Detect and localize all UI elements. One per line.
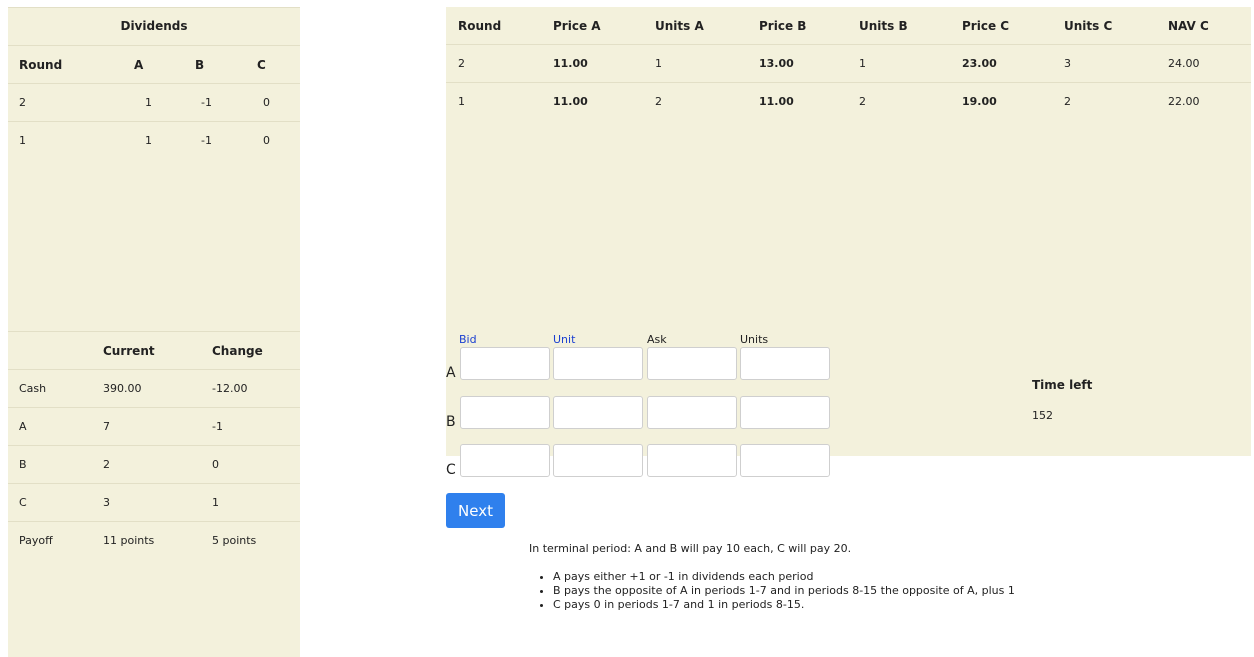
history-row: 2 11.00 1 13.00 1 23.00 3 24.00 — [446, 45, 1251, 83]
history-cell: 23.00 — [962, 57, 997, 70]
holdings-label: B — [19, 458, 27, 471]
holdings-change: 0 — [212, 458, 219, 471]
history-col-round: Round — [458, 18, 502, 33]
holdings-row-c: C 3 1 — [8, 484, 300, 522]
history-col-price-b: Price B — [759, 18, 807, 33]
dividends-cell: -1 — [201, 96, 212, 109]
history-cell: 2 — [458, 57, 465, 70]
bid-input-c[interactable] — [460, 444, 550, 477]
holdings-current: 3 — [103, 496, 110, 509]
holdings-label: A — [19, 420, 27, 433]
holdings-change: -1 — [212, 420, 223, 433]
dividends-col-c: C — [257, 57, 266, 72]
dividends-col-a: A — [134, 57, 144, 72]
bid-units-input-c[interactable] — [553, 444, 643, 477]
asset-c-label: C — [446, 462, 456, 478]
holdings-change: 5 points — [212, 534, 257, 547]
unit-column-label: Unit — [553, 333, 576, 346]
dividends-panel: Dividends Round A B C 2 1 -1 0 1 1 -1 0 — [8, 7, 300, 331]
dividends-cell: 0 — [263, 96, 270, 109]
history-cell: 2 — [1064, 95, 1071, 108]
history-cell: 11.00 — [553, 95, 588, 108]
dividends-cell: 1 — [145, 134, 152, 147]
rules-text: In terminal period: A and B will pay 10 … — [529, 542, 1029, 612]
holdings-row-cash: Cash 390.00 -12.00 — [8, 370, 300, 408]
history-cell: 3 — [1064, 57, 1071, 70]
holdings-row-payoff: Payoff 11 points 5 points — [8, 522, 300, 559]
dividends-row: 1 1 -1 0 — [8, 122, 300, 159]
holdings-current: 390.00 — [103, 382, 142, 395]
dividends-cell: 1 — [19, 134, 26, 147]
history-col-units-c: Units C — [1064, 18, 1113, 33]
bid-units-input-b[interactable] — [553, 396, 643, 429]
dividends-cell: 0 — [263, 134, 270, 147]
bid-input-a[interactable] — [460, 347, 550, 380]
price-history-table: Round Price A Units A Price B Units B Pr… — [446, 7, 1251, 120]
asset-a-label: A — [446, 365, 456, 381]
bid-input-b[interactable] — [460, 396, 550, 429]
history-cell: 11.00 — [553, 57, 588, 70]
history-cell: 13.00 — [759, 57, 794, 70]
holdings-label: C — [19, 496, 27, 509]
ask-units-input-c[interactable] — [740, 444, 830, 477]
price-history-panel: Round Price A Units A Price B Units B Pr… — [446, 7, 1251, 456]
holdings-label: Cash — [19, 382, 47, 395]
history-col-price-a: Price A — [553, 18, 601, 33]
ask-input-a[interactable] — [647, 347, 737, 380]
history-cell: 19.00 — [962, 95, 997, 108]
dividends-col-b: B — [195, 57, 205, 72]
rules-intro: In terminal period: A and B will pay 10 … — [529, 542, 852, 555]
history-header-row: Round Price A Units A Price B Units B Pr… — [446, 7, 1251, 45]
rules-item: A pays either +1 or -1 in dividends each… — [553, 570, 1029, 584]
bid-column-label: Bid — [459, 333, 477, 346]
rules-list: A pays either +1 or -1 in dividends each… — [529, 570, 1029, 612]
holdings-current: 2 — [103, 458, 110, 471]
holdings-current: 11 points — [103, 534, 155, 547]
rules-item: B pays the opposite of A in periods 1-7 … — [553, 584, 1029, 598]
holdings-panel: Current Change Cash 390.00 -12.00 A 7 -1… — [8, 331, 300, 657]
holdings-row-b: B 2 0 — [8, 446, 300, 484]
holdings-change: 1 — [212, 496, 219, 509]
dividends-header-row: Round A B C — [8, 46, 300, 84]
history-cell: 2 — [859, 95, 866, 108]
holdings-col-current: Current — [103, 343, 155, 358]
history-col-nav-c: NAV C — [1168, 18, 1209, 33]
history-col-price-c: Price C — [962, 18, 1010, 33]
history-cell: 1 — [859, 57, 866, 70]
ask-units-input-b[interactable] — [740, 396, 830, 429]
history-cell: 2 — [655, 95, 662, 108]
history-cell: 1 — [458, 95, 465, 108]
history-cell: 22.00 — [1168, 95, 1200, 108]
history-col-units-b: Units B — [859, 18, 908, 33]
history-col-units-a: Units A — [655, 18, 704, 33]
asset-b-label: B — [446, 414, 456, 430]
history-cell: 24.00 — [1168, 57, 1200, 70]
time-left-value: 152 — [1032, 409, 1053, 422]
rules-item: C pays 0 in periods 1-7 and 1 in periods… — [553, 598, 1029, 612]
holdings-label: Payoff — [19, 534, 53, 547]
history-cell: 1 — [655, 57, 662, 70]
history-cell: 11.00 — [759, 95, 794, 108]
history-row: 1 11.00 2 11.00 2 19.00 2 22.00 — [446, 83, 1251, 120]
ask-input-c[interactable] — [647, 444, 737, 477]
holdings-change: -12.00 — [212, 382, 248, 395]
bid-units-input-a[interactable] — [553, 347, 643, 380]
dividends-col-round: Round — [19, 57, 63, 72]
dividends-cell: -1 — [201, 134, 212, 147]
holdings-current: 7 — [103, 420, 110, 433]
ask-column-label: Ask — [647, 333, 667, 346]
dividends-cell: 2 — [19, 96, 26, 109]
holdings-col-change: Change — [212, 343, 263, 358]
ask-input-b[interactable] — [647, 396, 737, 429]
ask-units-input-a[interactable] — [740, 347, 830, 380]
next-button[interactable]: Next — [446, 493, 505, 528]
holdings-header-row: Current Change — [8, 331, 300, 370]
units-column-label: Units — [740, 333, 769, 346]
dividends-row: 2 1 -1 0 — [8, 84, 300, 122]
dividends-title: Dividends — [8, 7, 300, 46]
dividends-cell: 1 — [145, 96, 152, 109]
holdings-row-a: A 7 -1 — [8, 408, 300, 446]
time-left-label: Time left — [1032, 378, 1093, 392]
